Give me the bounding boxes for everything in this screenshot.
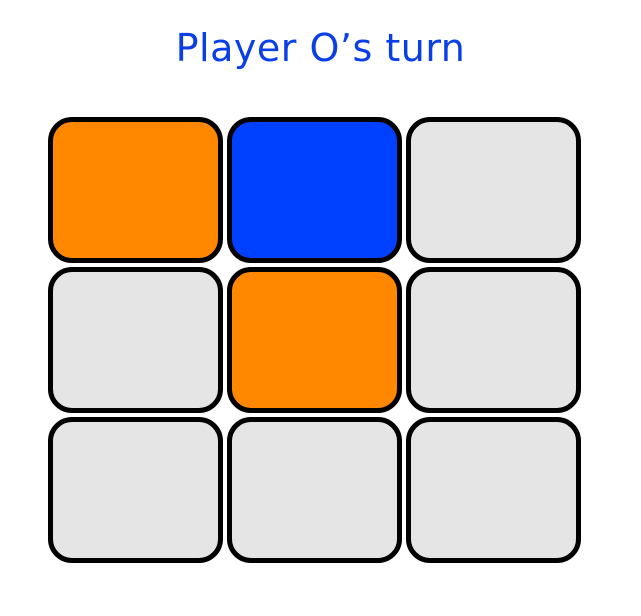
board-cell-2[interactable] xyxy=(227,117,402,263)
game-board xyxy=(48,117,583,567)
board-cell-3[interactable] xyxy=(406,117,581,263)
board-cell-7[interactable] xyxy=(48,417,223,563)
board-cell-4[interactable] xyxy=(48,267,223,413)
board-cell-5[interactable] xyxy=(227,267,402,413)
board-cell-8[interactable] xyxy=(227,417,402,563)
board-cell-9[interactable] xyxy=(406,417,581,563)
turn-status: Player O’s turn xyxy=(175,26,466,70)
board-cell-1[interactable] xyxy=(48,117,223,263)
board-cell-6[interactable] xyxy=(406,267,581,413)
